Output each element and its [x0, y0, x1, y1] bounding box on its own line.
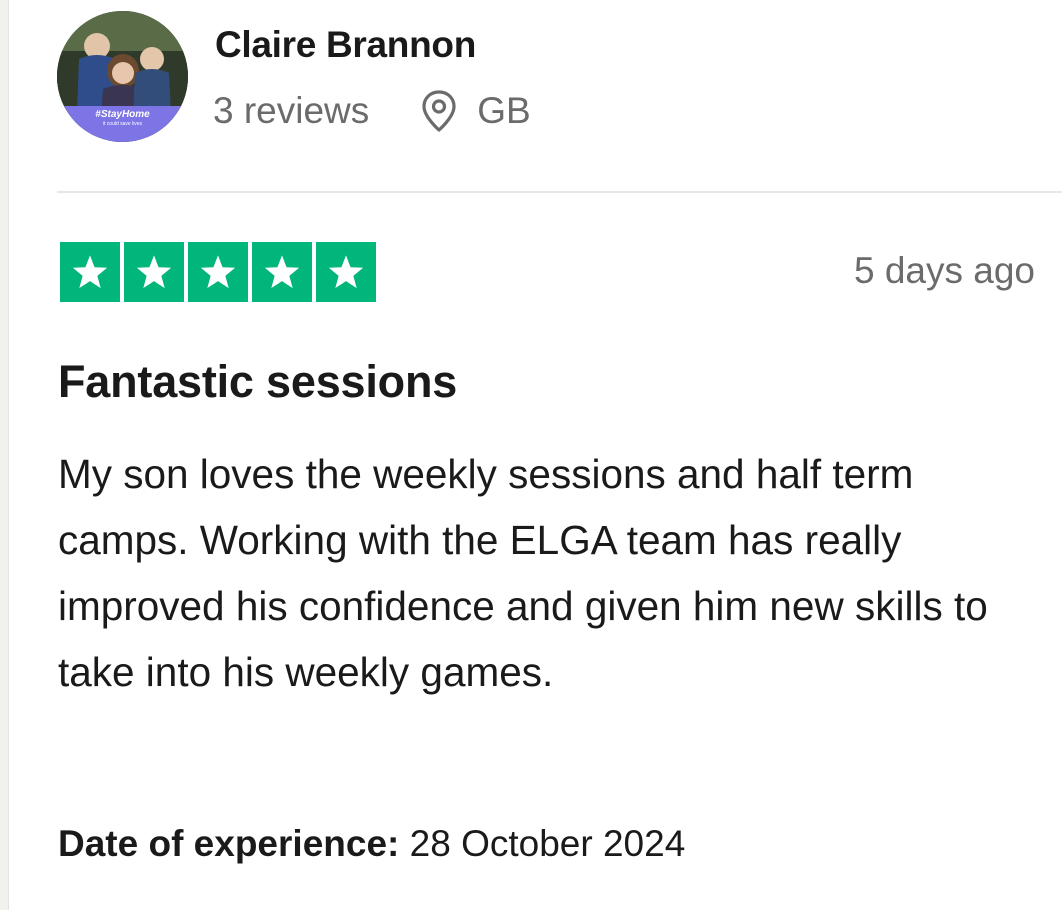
star-icon: [124, 242, 184, 302]
review-title[interactable]: Fantastic sessions: [58, 356, 457, 408]
reviewer-name[interactable]: Claire Brannon: [215, 24, 476, 66]
star-icon: [60, 242, 120, 302]
reviews-count: 3 reviews: [213, 90, 370, 131]
star-icon: [252, 242, 312, 302]
avatar-badge-subtext: it could save lives: [102, 121, 143, 127]
experience-label: Date of experience:: [58, 823, 400, 864]
experience-date: 28 October 2024: [409, 823, 686, 864]
star-icon: [316, 242, 376, 302]
avatar[interactable]: #StayHome it could save lives: [57, 11, 188, 142]
review-date: 5 days ago: [853, 250, 1035, 291]
avatar-badge: #StayHome it could save lives: [57, 106, 188, 142]
reviewer-meta: 3 reviews GB: [213, 88, 531, 134]
avatar-badge-text: #StayHome: [95, 109, 150, 120]
left-edge-rule: [0, 0, 9, 910]
star-rating: [60, 242, 376, 302]
header-divider: [57, 191, 1062, 193]
date-of-experience: Date of experience: 28 October 2024: [58, 823, 685, 865]
star-icon: [188, 242, 248, 302]
review-body: My son loves the weekly sessions and hal…: [58, 451, 988, 695]
location-pin-icon: [419, 89, 459, 133]
reviewer-country: GB: [477, 90, 531, 131]
